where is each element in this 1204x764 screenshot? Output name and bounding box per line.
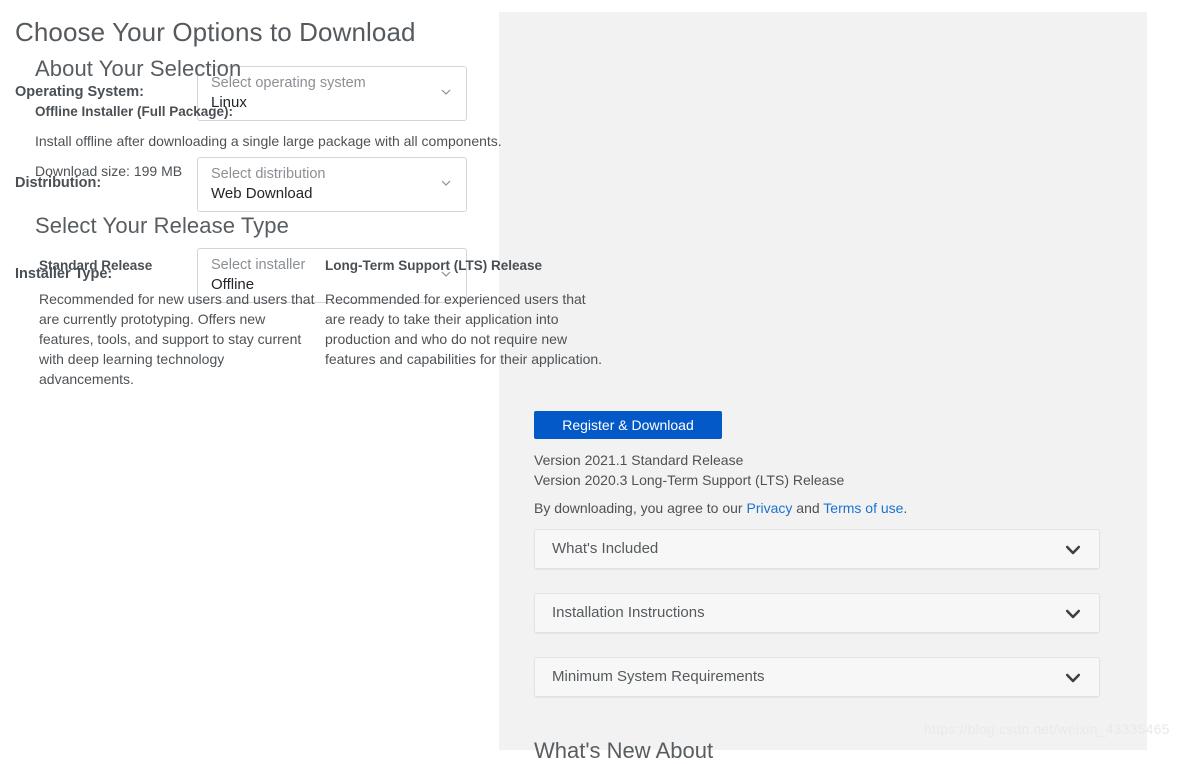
release-body-lts: Recommended for experienced users that a… — [325, 291, 603, 367]
release-column-standard: Standard Release Recommended for new use… — [39, 258, 317, 389]
version-info: Version 2021.1 Standard Release Version … — [534, 451, 844, 490]
selection-details-panel — [499, 12, 1147, 750]
version-line-standard: Version 2021.1 Standard Release — [534, 452, 744, 468]
accordion-label-whats-included: What's Included — [552, 540, 659, 557]
accordion-label-installation-instructions: Installation Instructions — [552, 604, 705, 621]
terms-middle-text: and — [792, 500, 824, 516]
select-distribution[interactable]: Select distribution Web Download — [197, 157, 467, 212]
select-distribution-placeholder: Select distribution — [211, 166, 326, 182]
terms-of-use-link[interactable]: Terms of use — [823, 500, 903, 516]
chevron-down-icon — [440, 177, 452, 189]
accordion-label-minimum-system-requirements: Minimum System Requirements — [552, 668, 765, 685]
chevron-down-icon[interactable] — [1065, 607, 1081, 621]
terms-suffix-text: . — [903, 500, 908, 516]
chevron-down-icon[interactable] — [1065, 671, 1081, 685]
accordion-whats-included[interactable]: What's Included — [534, 529, 1100, 569]
version-line-lts: Version 2020.3 Long-Term Support (LTS) R… — [534, 471, 845, 488]
whats-new-about-heading: What's New About — [534, 738, 714, 763]
about-installer-description: Install offline after downloading a sing… — [35, 133, 502, 149]
page-title: Choose Your Options to Download — [15, 17, 416, 47]
chevron-down-icon[interactable] — [1065, 543, 1081, 557]
accordion-minimum-system-requirements[interactable]: Minimum System Requirements — [534, 657, 1100, 697]
release-heading-lts: Long-Term Support (LTS) Release — [325, 258, 543, 273]
select-release-type-title: Select Your Release Type — [35, 213, 289, 238]
about-installer-subtitle: Offline Installer (Full Package): — [35, 104, 234, 119]
terms-prefix-text: By downloading, you agree to our — [534, 500, 747, 516]
about-download-size: Download size: 199 MB — [35, 163, 183, 179]
select-distribution-value: Web Download — [211, 185, 313, 202]
release-heading-standard: Standard Release — [39, 258, 153, 273]
release-body-standard: Recommended for new users and users that… — [39, 291, 315, 387]
register-and-download-button[interactable]: Register & Download — [534, 411, 722, 439]
watermark: https://blog.csdn.net/weixin_43335465 — [924, 721, 1170, 737]
about-your-selection-title: About Your Selection — [35, 56, 242, 81]
release-column-lts: Long-Term Support (LTS) Release Recommen… — [325, 258, 603, 369]
chevron-down-icon — [440, 86, 452, 98]
accordion-installation-instructions[interactable]: Installation Instructions — [534, 593, 1100, 633]
terms-agreement-line: By downloading, you agree to our Privacy… — [534, 500, 907, 516]
label-operating-system: Operating System: — [15, 84, 144, 100]
privacy-link[interactable]: Privacy — [746, 500, 792, 516]
